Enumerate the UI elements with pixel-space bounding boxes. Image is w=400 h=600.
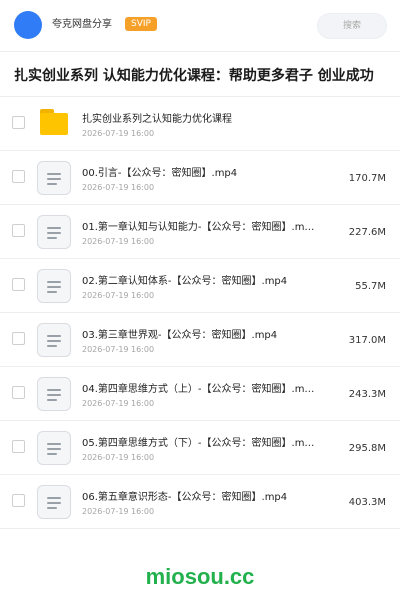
item-size: 170.7M <box>348 173 386 184</box>
list-item[interactable]: 05.第四章思维方式（下）-【公众号：密知圈】.m… 2026-07-19 16:… <box>0 421 400 475</box>
item-size: 295.8M <box>348 443 386 454</box>
brand-label: 夸克网盘分享 <box>52 19 112 30</box>
search-input[interactable]: 搜索 <box>317 13 387 39</box>
item-name[interactable]: 02.第二章认知体系-【公众号：密知圈】.mp4 <box>82 275 338 288</box>
page-title: 扎实创业系列 认知能力优化课程：帮助更多君子 创业成功 <box>14 68 374 84</box>
item-name[interactable]: 03.第三章世界观-【公众号：密知圈】.mp4 <box>82 329 338 342</box>
list-item[interactable]: 扎实创业系列之认知能力优化课程 2026-07-19 16:00 <box>0 97 400 151</box>
item-size: 243.3M <box>348 389 386 400</box>
document-icon <box>37 485 71 519</box>
list-item[interactable]: 00.引言-【公众号：密知圈】.mp4 2026-07-19 16:00 170.7… <box>0 151 400 205</box>
item-checkbox[interactable] <box>12 224 25 237</box>
item-checkbox[interactable] <box>12 494 25 507</box>
watermark-text: miosou.cc <box>145 564 255 589</box>
list-item[interactable]: 03.第三章世界观-【公众号：密知圈】.mp4 2026-07-19 16:00 3… <box>0 313 400 367</box>
item-name[interactable]: 06.第五章意识形态-【公众号：密知圈】.mp4 <box>82 491 338 504</box>
item-name[interactable]: 00.引言-【公众号：密知圈】.mp4 <box>82 167 338 180</box>
list-item[interactable]: 01.第一章认知与认知能力-【公众号：密知圈】.m… 2026-07-19 16:… <box>0 205 400 259</box>
item-name[interactable]: 05.第四章思维方式（下）-【公众号：密知圈】.m… <box>82 437 338 450</box>
item-checkbox[interactable] <box>12 278 25 291</box>
file-list: 扎实创业系列之认知能力优化课程 2026-07-19 16:00 00.引言-【公众… <box>0 97 400 529</box>
item-size: 227.6M <box>348 227 386 238</box>
item-checkbox[interactable] <box>12 116 25 129</box>
item-checkbox[interactable] <box>12 332 25 345</box>
avatar[interactable] <box>14 11 42 39</box>
list-item[interactable]: 04.第四章思维方式（上）-【公众号：密知圈】.m… 2026-07-19 16:… <box>0 367 400 421</box>
item-size: 403.3M <box>348 497 386 508</box>
item-date: 2026-07-19 16:00 <box>82 453 155 462</box>
document-icon <box>37 431 71 465</box>
item-date: 2026-07-19 16:00 <box>82 399 155 408</box>
item-checkbox[interactable] <box>12 386 25 399</box>
item-date: 2026-07-19 16:00 <box>82 183 155 192</box>
item-date: 2026-07-19 16:00 <box>82 291 155 300</box>
document-icon <box>37 215 71 249</box>
item-checkbox[interactable] <box>12 440 25 453</box>
item-name[interactable]: 04.第四章思维方式（上）-【公众号：密知圈】.m… <box>82 383 338 396</box>
item-name[interactable]: 01.第一章认知与认知能力-【公众号：密知圈】.m… <box>82 221 338 234</box>
item-size: 317.0M <box>348 335 386 346</box>
item-date: 2026-07-19 16:00 <box>82 345 155 354</box>
document-icon <box>37 161 71 195</box>
item-name[interactable]: 扎实创业系列之认知能力优化课程 <box>82 113 338 126</box>
item-date: 2026-07-19 16:00 <box>82 129 155 138</box>
item-date: 2026-07-19 16:00 <box>82 507 155 516</box>
item-size: 55.7M <box>355 281 386 292</box>
document-icon <box>37 377 71 411</box>
folder-icon <box>40 109 68 135</box>
document-icon <box>37 269 71 303</box>
header-bar: 夸克网盘分享 SVIP 搜索 <box>0 0 400 52</box>
list-item[interactable]: 06.第五章意识形态-【公众号：密知圈】.mp4 2026-07-19 16:00… <box>0 475 400 529</box>
item-checkbox[interactable] <box>12 170 25 183</box>
svip-badge: SVIP <box>125 17 157 31</box>
document-icon <box>37 323 71 357</box>
item-date: 2026-07-19 16:00 <box>82 237 155 246</box>
list-item[interactable]: 02.第二章认知体系-【公众号：密知圈】.mp4 2026-07-19 16:00… <box>0 259 400 313</box>
